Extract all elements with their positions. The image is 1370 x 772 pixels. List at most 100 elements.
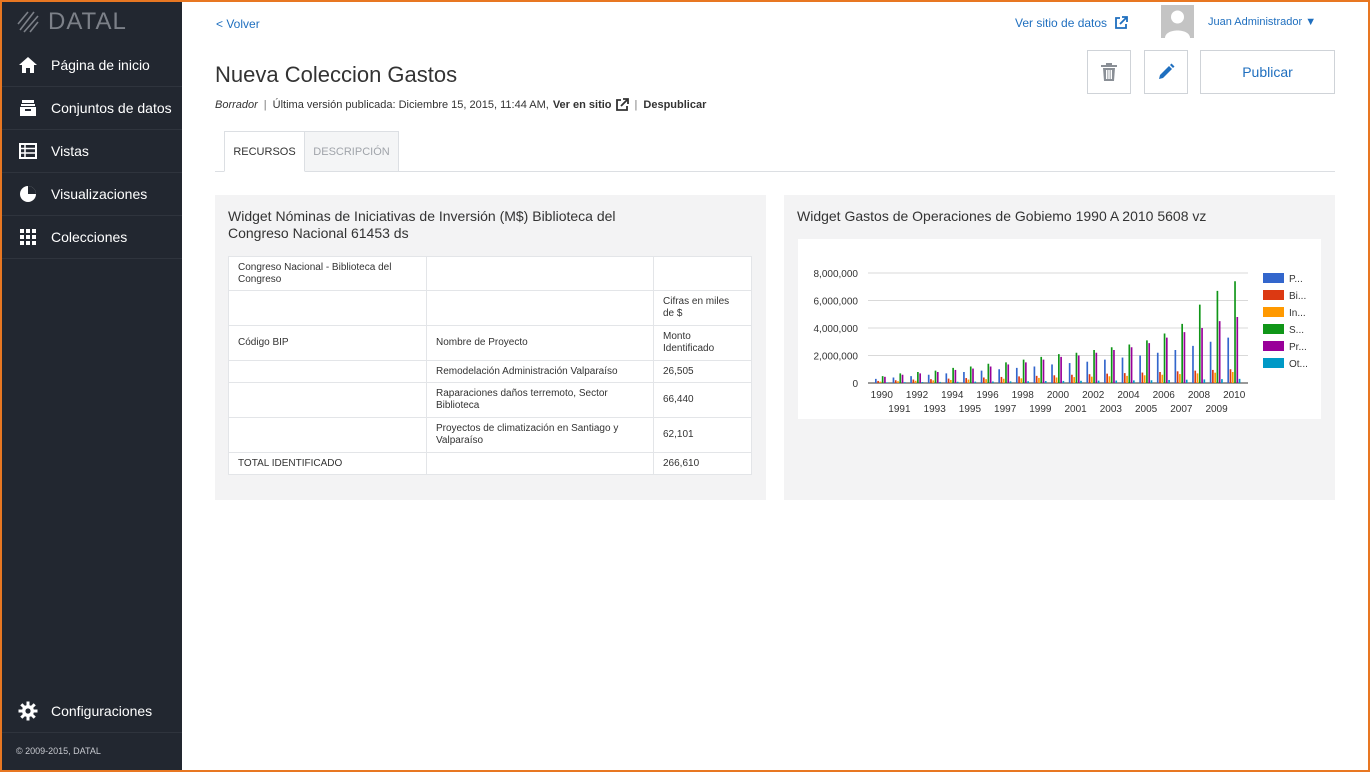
delete-button[interactable] (1087, 50, 1131, 94)
widget-title: Widget Nóminas de Iniciativas de Inversi… (228, 208, 616, 241)
tab-resources[interactable]: RECURSOS (224, 131, 305, 172)
chart-bar (1165, 337, 1168, 383)
legend-swatch (1263, 290, 1284, 300)
chart-bar (927, 374, 930, 383)
chart-bar (985, 379, 987, 383)
chart-bar (1128, 344, 1131, 383)
x-tick-label: 2006 (1153, 390, 1176, 401)
sidebar-item-label: Visualizaciones (51, 186, 148, 202)
gear-icon (18, 701, 38, 721)
inbox-icon (18, 98, 38, 118)
chart-bar (1221, 379, 1223, 383)
legend-swatch (1263, 341, 1284, 351)
table-cell (228, 360, 427, 383)
chart-bar (1150, 380, 1153, 383)
legend-swatch (1263, 324, 1284, 334)
edit-button[interactable] (1144, 50, 1188, 94)
chart-bar (1196, 373, 1199, 383)
chart-bar (1095, 352, 1098, 383)
view-data-site-link[interactable]: Ver sitio de datos (1015, 16, 1128, 30)
pie-chart-icon (18, 184, 38, 204)
chart-bar (1080, 380, 1082, 383)
chart-bar (1115, 380, 1118, 383)
back-link[interactable]: < Volver (216, 17, 260, 31)
avatar[interactable] (1161, 5, 1194, 38)
user-menu[interactable]: Juan Administrador ▼ (1208, 16, 1316, 28)
chart-bar (1161, 374, 1164, 383)
chart-bar (1183, 332, 1186, 383)
chart-bar (992, 381, 994, 383)
chart-bar (1192, 345, 1194, 383)
brand-logo[interactable]: DATAL (0, 0, 182, 44)
chart-bar (1133, 380, 1135, 383)
tab-description[interactable]: DESCRIPCIÓN (305, 131, 399, 172)
sidebar-item-visualizations[interactable]: Visualizaciones (0, 173, 182, 216)
sidebar-item-views[interactable]: Vistas (0, 130, 182, 173)
table-cell (426, 290, 654, 326)
y-tick-label: 6,000,000 (814, 297, 859, 308)
chart-bar (1035, 375, 1038, 383)
table-row: TOTAL IDENTIFICADO 266,610 (228, 452, 752, 475)
chart-bar (1203, 379, 1206, 383)
chart-bar (1234, 281, 1236, 383)
chart-bar (1068, 363, 1071, 383)
chart-bar (972, 368, 974, 383)
chart-bar (939, 381, 941, 383)
chart-bar (952, 367, 954, 383)
widget-title: Widget Gastos de Operaciones de Gobiemo … (797, 208, 1207, 224)
chart-bar (884, 376, 886, 383)
bar-chart: 0 2,000,000 4,000,000 6,000,000 8,000,000 199… (814, 269, 1308, 415)
x-tick-label: 2005 (1135, 404, 1158, 415)
chart-bar (1238, 378, 1241, 383)
unpublish-link[interactable]: Despublicar (643, 99, 706, 111)
chart-bar (954, 369, 957, 383)
chart-bar (879, 381, 882, 383)
chart-bar (1033, 366, 1036, 383)
chart-bar (1229, 369, 1232, 383)
sidebar-item-label: Página de inicio (51, 57, 150, 73)
x-tick-label: 1994 (941, 390, 964, 401)
chart-bar (1071, 374, 1073, 383)
user-avatar-icon (1161, 5, 1194, 38)
view-on-site-link[interactable]: Ver en sitio (553, 99, 612, 111)
sidebar-item-settings[interactable]: Configuraciones (0, 690, 182, 733)
chart-bar (1009, 381, 1012, 383)
sidebar-item-home[interactable]: Página de inicio (0, 44, 182, 87)
chart-bar (1194, 370, 1197, 383)
x-tick-label: 1995 (959, 404, 982, 415)
table-cell (653, 256, 752, 291)
page-title: Nueva Coleccion Gastos (215, 62, 458, 87)
chart-bar (1027, 381, 1029, 383)
external-link-icon[interactable] (615, 98, 629, 112)
chart-bar (1139, 355, 1141, 383)
chart-bar (930, 379, 932, 383)
table-cell: 266,610 (653, 452, 752, 475)
table-cell: Monto Identificado (653, 325, 752, 361)
chart-bar (1163, 333, 1166, 383)
separator: | (634, 99, 638, 111)
legend-swatch (1263, 307, 1284, 317)
x-tick-label: 1999 (1029, 404, 1052, 415)
legend-label: Bi... (1289, 291, 1306, 302)
sidebar-item-datasets[interactable]: Conjuntos de datos (0, 87, 182, 130)
chart-bar (967, 379, 970, 383)
x-tick-label: 2010 (1223, 390, 1246, 401)
chart-bar (1000, 376, 1003, 383)
chart-bar (875, 378, 877, 383)
table-icon (18, 141, 38, 161)
widget-chart: Widget Gastos de Operaciones de Gobiemo … (784, 195, 1335, 500)
chart-bar (1110, 347, 1113, 383)
chart-bar (1088, 374, 1091, 383)
publish-button[interactable]: Publicar (1200, 50, 1335, 94)
chart-bar (1018, 376, 1020, 383)
publish-meta: Borrador | Última versión publicada: Dic… (215, 98, 706, 112)
grid-icon (18, 227, 38, 247)
sidebar-item-collections[interactable]: Colecciones (0, 216, 182, 259)
separator: | (263, 99, 267, 111)
y-tick-label: 4,000,000 (814, 324, 859, 335)
x-tick-label: 1998 (1012, 390, 1035, 401)
table-row: Proyectos de climatización en Santiago y… (228, 417, 752, 453)
brand-name: DATAL (48, 8, 127, 35)
table-cell (426, 452, 654, 475)
table-cell: Remodelación Administración Valparaíso (426, 360, 654, 383)
